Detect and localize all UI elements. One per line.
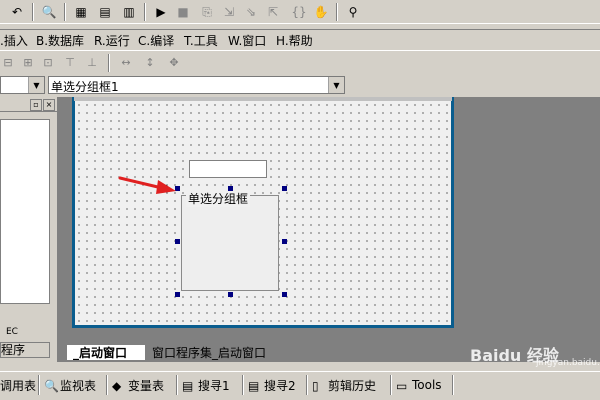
align-top-icon[interactable]: ⊤: [62, 54, 78, 70]
ec-label: EC: [6, 327, 18, 337]
variables-icon: ◆: [112, 379, 122, 393]
toolbar-separator: [176, 375, 178, 395]
undo-icon[interactable]: ↶: [8, 3, 26, 21]
radio-group-caption: 单选分组框: [186, 190, 251, 207]
tools-label: Tools: [412, 378, 442, 392]
toolbar-separator: [452, 375, 454, 395]
object-combo[interactable]: ▼: [0, 76, 45, 94]
resize-handle[interactable]: [282, 239, 287, 244]
toolbar-separator: [144, 3, 146, 21]
resize-handle[interactable]: [282, 186, 287, 191]
space-horizontal-icon[interactable]: ↔: [118, 54, 134, 70]
step-out-icon[interactable]: ⇱: [264, 3, 282, 21]
radio-group-box[interactable]: [181, 195, 279, 291]
search1-label: 搜寻1: [198, 378, 230, 393]
restore-icon[interactable]: ▫: [30, 99, 42, 111]
toolbar-separator: [64, 3, 66, 21]
watch-table-label: 监视表: [60, 378, 97, 393]
toolbar-separator: [106, 375, 108, 395]
chevron-down-icon[interactable]: ▼: [28, 77, 44, 93]
call-table-button[interactable]: 调用表: [0, 376, 36, 394]
resize-handle[interactable]: [175, 239, 180, 244]
resize-handle[interactable]: [228, 292, 233, 297]
menu-database[interactable]: B.数据库: [36, 32, 84, 49]
window-icon: ▭: [396, 379, 408, 393]
tab-window-procedures[interactable]: 窗口程序集_启动窗口: [146, 344, 280, 361]
binoculars-icon[interactable]: ⚲: [344, 3, 362, 21]
toolbar-separator: [242, 375, 244, 395]
align-center-icon[interactable]: ⊞: [20, 54, 36, 70]
menu-help[interactable]: H.帮助: [276, 32, 313, 49]
main-toolbar: ↶ 🔍 ▦ ▤ ▥ ▶ ■ ⎘ ⇲ ⇘ ⇱ {} ✋ ⚲: [0, 0, 600, 24]
braces-icon[interactable]: {}: [290, 3, 308, 21]
search-list-icon: ▤: [248, 379, 260, 393]
component-combo-value: 单选分组框1: [51, 80, 119, 94]
layout-3-icon[interactable]: ▥: [120, 3, 138, 21]
menu-window[interactable]: W.窗口: [228, 32, 266, 49]
watch-table-button[interactable]: 🔍 监视表: [44, 376, 96, 394]
menu-tools[interactable]: T.工具: [184, 32, 218, 49]
step-icon[interactable]: ⎘: [198, 3, 216, 21]
space-vertical-icon[interactable]: ↕: [142, 54, 158, 70]
magnifier-icon: 🔍: [44, 379, 59, 393]
menu-bar: .插入 B.数据库 R.运行 C.编译 T.工具 W.窗口 H.帮助: [0, 29, 600, 51]
search2-label: 搜寻2: [264, 378, 296, 393]
tools-button[interactable]: ▭ Tools: [396, 376, 442, 394]
clipboard-icon: ▯: [312, 379, 319, 393]
close-icon[interactable]: ×: [43, 99, 55, 111]
toolbar-separator: [306, 375, 308, 395]
tab-startup-window[interactable]: _启动窗口: [66, 344, 146, 361]
project-tree[interactable]: [0, 119, 50, 304]
search1-button[interactable]: ▤ 搜寻1: [182, 376, 230, 394]
project-panel: ▫ × EC 程序: [0, 97, 57, 362]
resize-handle[interactable]: [282, 292, 287, 297]
textbox-control[interactable]: [189, 160, 267, 178]
toolbar-separator: [38, 375, 40, 395]
red-arrow-icon: [118, 176, 176, 194]
resize-handle[interactable]: [175, 292, 180, 297]
watermark-url: jingyan.baidu.com: [536, 358, 600, 368]
call-table-label: 调用表: [0, 378, 37, 393]
variable-table-button[interactable]: ◆ 变量表: [112, 376, 164, 394]
run-icon[interactable]: ▶: [152, 3, 170, 21]
step-into-icon[interactable]: ⇲: [220, 3, 238, 21]
toolbar-separator: [336, 3, 338, 21]
toolbar-separator: [108, 54, 110, 72]
align-bottom-icon[interactable]: ⊥: [84, 54, 100, 70]
clip-history-label: 剪辑历史: [328, 378, 377, 393]
menu-compile[interactable]: C.编译: [138, 32, 174, 49]
menu-run[interactable]: R.运行: [94, 32, 130, 49]
layout-2-icon[interactable]: ▤: [96, 3, 114, 21]
chevron-down-icon[interactable]: ▼: [328, 77, 344, 93]
project-panel-header: ▫ ×: [0, 97, 57, 112]
search2-button[interactable]: ▤ 搜寻2: [248, 376, 296, 394]
clip-history-button[interactable]: ▯ 剪辑历史: [312, 376, 376, 394]
align-toolbar: ⊟ ⊞ ⊡ ⊤ ⊥ ↔ ↕ ✥: [0, 53, 600, 73]
layout-1-icon[interactable]: ▦: [72, 3, 90, 21]
align-left-icon[interactable]: ⊟: [0, 54, 16, 70]
center-both-icon[interactable]: ✥: [166, 54, 182, 70]
align-right-icon[interactable]: ⊡: [40, 54, 56, 70]
menu-insert[interactable]: .插入: [0, 32, 28, 49]
stop-icon[interactable]: ■: [174, 3, 192, 21]
search-list-icon: ▤: [182, 379, 194, 393]
toolbar-separator: [32, 3, 34, 21]
find-icon[interactable]: 🔍: [40, 3, 58, 21]
combo-row: ▼ 单选分组框1 ▼: [0, 75, 600, 97]
resize-handle[interactable]: [228, 186, 233, 191]
bottom-toolbar: 调用表 🔍 监视表 ◆ 变量表 ▤ 搜寻1 ▤ 搜寻2 ▯ 剪辑历史 ▭ Too…: [0, 371, 600, 396]
hand-icon[interactable]: ✋: [312, 3, 330, 21]
component-combo[interactable]: 单选分组框1 ▼: [48, 76, 345, 94]
step-over-icon[interactable]: ⇘: [242, 3, 260, 21]
variable-table-label: 变量表: [128, 378, 165, 393]
toolbar-separator: [390, 375, 392, 395]
